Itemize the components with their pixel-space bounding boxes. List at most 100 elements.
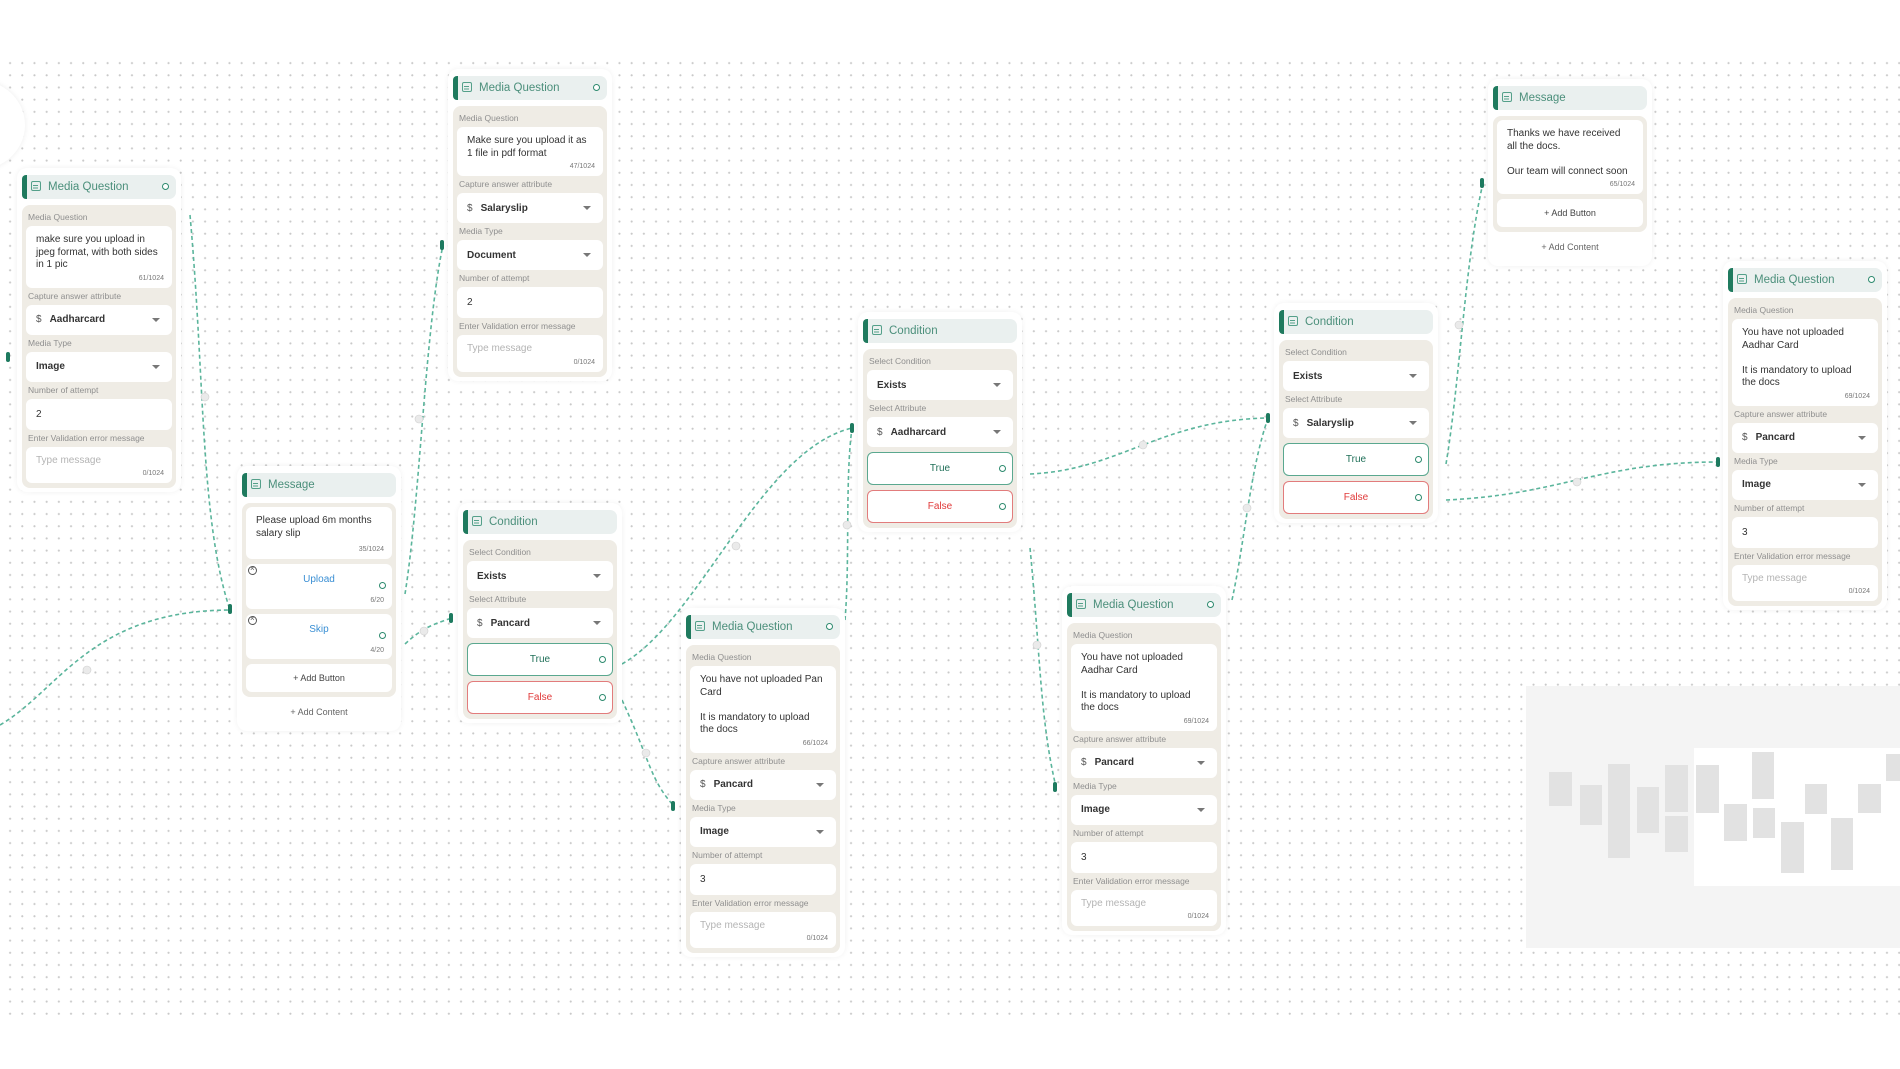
false-branch[interactable]: False (867, 490, 1013, 523)
media-question-node[interactable]: Media Question Media Question You have n… (1062, 586, 1226, 935)
message-textarea[interactable]: Thanks we have received all the docs. Ou… (1497, 120, 1643, 194)
attribute-select[interactable]: $ Pancard (1732, 422, 1878, 453)
select-value: Image (36, 361, 65, 372)
question-textarea[interactable]: You have not uploaded Aadhar Card It is … (1071, 644, 1217, 731)
add-content-button[interactable]: + Add Content (240, 697, 398, 727)
message-node[interactable]: Message Please upload 6m months salary s… (237, 466, 401, 731)
node-title: Condition (1305, 316, 1354, 328)
attempts-input[interactable]: 2 (26, 398, 172, 430)
circle-port-icon[interactable] (379, 582, 386, 589)
condition-node[interactable]: Condition Select Condition Exists Select… (458, 503, 622, 723)
circle-port-icon[interactable] (599, 694, 606, 701)
message-textarea[interactable]: Please upload 6m months salary slip 35/10… (246, 507, 392, 559)
chevron-down-icon (1858, 482, 1866, 487)
node-header[interactable]: Message (242, 473, 396, 497)
circle-port-icon[interactable] (999, 503, 1006, 510)
attempts-input[interactable]: 3 (1732, 516, 1878, 548)
minimap[interactable] (1526, 686, 1900, 948)
media-type-select[interactable]: Document (457, 240, 603, 270)
select-value: Pancard (1755, 432, 1796, 443)
node-header[interactable]: Media Question (453, 76, 607, 100)
char-counter: 69/1024 (1183, 717, 1209, 725)
circle-port-icon[interactable] (1207, 601, 1214, 608)
media-type-select[interactable]: Image (1732, 469, 1878, 500)
error-message-textarea[interactable]: Type message 0/1024 (690, 911, 836, 948)
field-label: Capture answer attribute (1734, 408, 1828, 419)
circle-port-icon[interactable] (826, 623, 833, 630)
error-message-textarea[interactable]: Type message 0/1024 (26, 446, 172, 483)
node-header[interactable]: Condition (863, 319, 1017, 343)
char-counter: 0/1024 (1848, 588, 1870, 596)
add-content-button[interactable]: + Add Content (1491, 232, 1649, 262)
question-text: You have not uploaded Pan Card It is man… (700, 674, 823, 735)
node-header[interactable]: Condition (463, 510, 617, 534)
false-branch[interactable]: False (467, 681, 613, 714)
circle-port-icon[interactable] (1868, 276, 1875, 283)
add-button[interactable]: + Add Button (246, 664, 392, 692)
attempts-input[interactable]: 3 (1071, 841, 1217, 873)
media-type-select[interactable]: Image (690, 816, 836, 847)
node-header[interactable]: Media Question (1067, 593, 1221, 617)
true-branch[interactable]: True (467, 643, 613, 676)
media-type-select[interactable]: Image (26, 351, 172, 382)
circle-port-icon[interactable] (379, 632, 386, 639)
reply-button-upload[interactable]: Upload 6/20 (246, 564, 392, 609)
attribute-select[interactable]: $ Pancard (1071, 747, 1217, 778)
chevron-down-icon (152, 317, 160, 322)
condition-select[interactable]: Exists (867, 370, 1013, 400)
condition-node[interactable]: Condition Select Condition Exists Select… (1274, 303, 1438, 523)
question-textarea[interactable]: You have not uploaded Aadhar Card It is … (1732, 319, 1878, 406)
media-question-node[interactable]: Media Question Media Question make sure … (17, 168, 181, 492)
attempts-input[interactable]: 2 (457, 287, 603, 318)
message-text: Thanks we have received all the docs. Ou… (1507, 128, 1628, 177)
node-header[interactable]: Condition (1279, 310, 1433, 334)
attribute-select[interactable]: $ Salaryslip (1283, 408, 1429, 438)
reply-button-skip[interactable]: Skip 4/20 (246, 614, 392, 659)
circle-port-icon[interactable] (162, 183, 169, 190)
attempts-input[interactable]: 3 (690, 863, 836, 895)
node-header[interactable]: Media Question (22, 175, 176, 199)
circle-port-icon[interactable] (593, 84, 600, 91)
error-message-textarea[interactable]: Type message 0/1024 (1071, 889, 1217, 926)
field-label: Select Attribute (869, 403, 927, 413)
minimap-node (1549, 772, 1572, 806)
condition-select[interactable]: Exists (467, 561, 613, 591)
char-counter: 4/20 (370, 647, 384, 654)
node-header[interactable]: Message (1493, 86, 1647, 110)
field-label: Number of attempt (692, 849, 763, 860)
attribute-select[interactable]: $ Aadharcard (867, 417, 1013, 447)
error-message-textarea[interactable]: Type message 0/1024 (457, 335, 603, 372)
placeholder: Type message (36, 454, 102, 466)
add-button[interactable]: + Add Button (1497, 199, 1643, 227)
true-branch[interactable]: True (1283, 443, 1429, 476)
question-textarea[interactable]: Make sure you upload it as 1 file in pdf… (457, 127, 603, 176)
circle-port-icon[interactable] (1415, 456, 1422, 463)
error-message-textarea[interactable]: Type message 0/1024 (1732, 564, 1878, 601)
question-textarea[interactable]: make sure you upload in jpeg format, wit… (26, 226, 172, 288)
close-circle-icon[interactable] (248, 564, 257, 575)
dollar-icon: $ (1293, 417, 1299, 429)
close-circle-icon[interactable] (248, 614, 257, 625)
media-question-node[interactable]: Media Question Media Question Make sure … (448, 69, 612, 381)
attribute-select[interactable]: $ Pancard (467, 608, 613, 638)
condition-select[interactable]: Exists (1283, 361, 1429, 391)
attribute-select[interactable]: $ Salaryslip (457, 193, 603, 223)
media-question-node[interactable]: Media Question Media Question You have n… (1723, 261, 1887, 610)
false-branch[interactable]: False (1283, 481, 1429, 514)
node-header[interactable]: Media Question (686, 615, 840, 639)
question-textarea[interactable]: You have not uploaded Pan Card It is man… (690, 666, 836, 753)
attribute-select[interactable]: $ Pancard (690, 769, 836, 800)
circle-port-icon[interactable] (1415, 494, 1422, 501)
media-question-node[interactable]: Media Question Media Question You have n… (681, 608, 845, 957)
true-branch[interactable]: True (867, 452, 1013, 485)
condition-node[interactable]: Condition Select Condition Exists Select… (858, 312, 1022, 532)
circle-port-icon[interactable] (999, 465, 1006, 472)
select-value: Pancard (1094, 757, 1135, 768)
field-label: Number of attempt (459, 273, 530, 283)
message-node[interactable]: Message Thanks we have received all the … (1488, 79, 1652, 266)
circle-port-icon[interactable] (599, 656, 606, 663)
attribute-select[interactable]: $ Aadharcard (26, 304, 172, 335)
node-header[interactable]: Media Question (1728, 268, 1882, 292)
media-type-select[interactable]: Image (1071, 794, 1217, 825)
button-label: Skip (309, 624, 329, 635)
